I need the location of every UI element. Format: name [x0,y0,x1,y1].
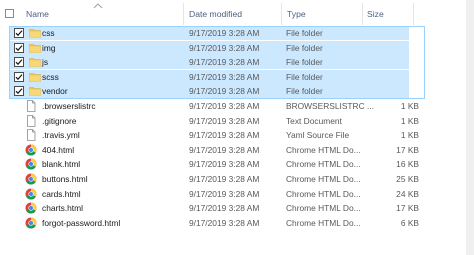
file-date-modified: 9/17/2019 3:28 AM [189,42,260,53]
chrome-icon [25,202,37,214]
file-row[interactable]: blank.html 9/17/2019 3:28 AM Chrome HTML D… [9,157,419,171]
folder-row[interactable]: vendor 9/17/2019 3:28 AM File folder [9,84,409,99]
file-type: File folder [286,57,323,68]
file-name: .browserslistrc [42,101,96,111]
folder-row[interactable]: css 9/17/2019 3:28 AM File folder [9,26,409,40]
file-date-modified: 9/17/2019 3:28 AM [189,115,260,126]
column-divider[interactable] [413,3,414,25]
file-name: buttons.html [42,174,88,184]
vertical-scrollbar[interactable] [466,0,474,255]
file-date-modified: 9/17/2019 3:28 AM [189,130,260,141]
chrome-icon [25,144,37,156]
file-name: 404.html [42,144,75,155]
file-date-modified: 9/17/2019 3:28 AM [189,86,260,97]
file-name: cards.html [42,188,81,199]
file-date-modified: 9/17/2019 3:28 AM [189,71,260,82]
file-type: Yaml Source File [286,130,350,141]
file-date-modified: 9/17/2019 3:28 AM [189,144,260,155]
folder-icon [29,56,41,68]
document-icon [25,129,37,142]
folder-row[interactable]: img 9/17/2019 3:28 AM File folder [9,40,409,55]
file-type: File folder [286,86,323,97]
file-name: img [42,42,56,53]
file-type: Chrome HTML Do... [286,144,361,155]
file-date-modified: 9/17/2019 3:28 AM [189,174,260,184]
file-size: 24 KB [396,188,419,199]
file-row[interactable]: cards.html 9/17/2019 3:28 AM Chrome HTML D… [9,187,419,201]
file-row[interactable]: forgot-password.html 9/17/2019 3:28 AM Chr… [9,216,419,230]
file-row[interactable]: .gitignore 9/17/2019 3:28 AM Text Document… [9,114,419,128]
file-date-modified: 9/17/2019 3:28 AM [189,57,260,68]
file-name: css [42,28,55,38]
file-type: Chrome HTML Do... [286,188,361,199]
file-type: Chrome HTML Do... [286,217,361,228]
file-name: charts.html [42,203,83,214]
file-size: 17 KB [396,203,419,214]
chrome-icon [25,158,37,170]
file-type: File folder [286,71,323,82]
file-row[interactable]: .travis.yml 9/17/2019 3:28 AM Yaml Source … [9,128,419,142]
folder-row[interactable]: scss 9/17/2019 3:28 AM File folder [9,69,409,84]
chrome-icon [25,173,37,185]
column-header-date[interactable]: Date modified [189,0,242,26]
file-size: 1 KB [400,115,419,126]
file-row[interactable]: buttons.html 9/17/2019 3:28 AM Chrome HTML… [9,172,419,186]
column-divider[interactable] [183,3,184,25]
document-icon [25,100,37,112]
folder-icon [29,71,41,83]
file-type: Chrome HTML Do... [286,159,361,170]
sort-ascending-icon[interactable] [93,2,103,9]
file-type: Chrome HTML Do... [286,174,361,184]
file-date-modified: 9/17/2019 3:28 AM [189,203,260,214]
file-size: 1 KB [400,101,419,111]
row-checkbox[interactable] [14,28,24,38]
document-icon [25,114,37,127]
select-all-checkbox[interactable] [5,9,14,18]
column-header-type[interactable]: Type [287,0,306,26]
file-type: Text Document [286,115,342,126]
file-type: Chrome HTML Do... [286,203,361,214]
file-row[interactable]: .browserslistrc 9/17/2019 3:28 AM BROWSERS… [9,99,419,113]
file-type: File folder [286,42,323,53]
file-date-modified: 9/17/2019 3:28 AM [189,159,260,170]
file-name: forgot-password.html [42,217,121,228]
column-header-size[interactable]: Size [367,0,384,26]
chrome-icon [25,188,37,200]
file-date-modified: 9/17/2019 3:28 AM [189,28,260,38]
file-type: File folder [286,28,323,38]
file-name: vendor [42,86,68,97]
folder-icon [29,27,41,39]
chrome-icon [25,217,37,229]
file-type: BROWSERSLISTRC ... [286,101,374,111]
file-date-modified: 9/17/2019 3:28 AM [189,101,260,111]
file-date-modified: 9/17/2019 3:28 AM [189,217,260,228]
file-name: scss [42,71,59,82]
file-row[interactable]: charts.html 9/17/2019 3:28 AM Chrome HTML … [9,201,419,215]
file-name: js [42,57,49,68]
file-size: 25 KB [396,174,419,184]
file-size: 17 KB [396,144,419,155]
file-size: 1 KB [400,130,419,141]
column-header-bar: Name Date modified Type Size [0,0,474,26]
row-checkbox[interactable] [14,42,24,53]
folder-icon [29,85,41,97]
file-date-modified: 9/17/2019 3:28 AM [189,188,260,199]
folder-row[interactable]: js 9/17/2019 3:28 AM File folder [9,55,409,70]
row-checkbox[interactable] [14,57,24,68]
column-divider[interactable] [362,3,363,25]
row-checkbox[interactable] [14,86,24,97]
row-checkbox[interactable] [14,71,24,82]
file-name: blank.html [42,159,81,170]
folder-icon [29,42,41,54]
file-size: 6 KB [400,217,419,228]
file-row[interactable]: 404.html 9/17/2019 3:28 AM Chrome HTML Do.… [9,143,419,157]
column-header-name[interactable]: Name [26,0,49,26]
file-name: .travis.yml [42,130,80,141]
file-name: .gitignore [42,115,77,126]
column-divider[interactable] [281,3,282,25]
file-size: 16 KB [396,159,419,170]
